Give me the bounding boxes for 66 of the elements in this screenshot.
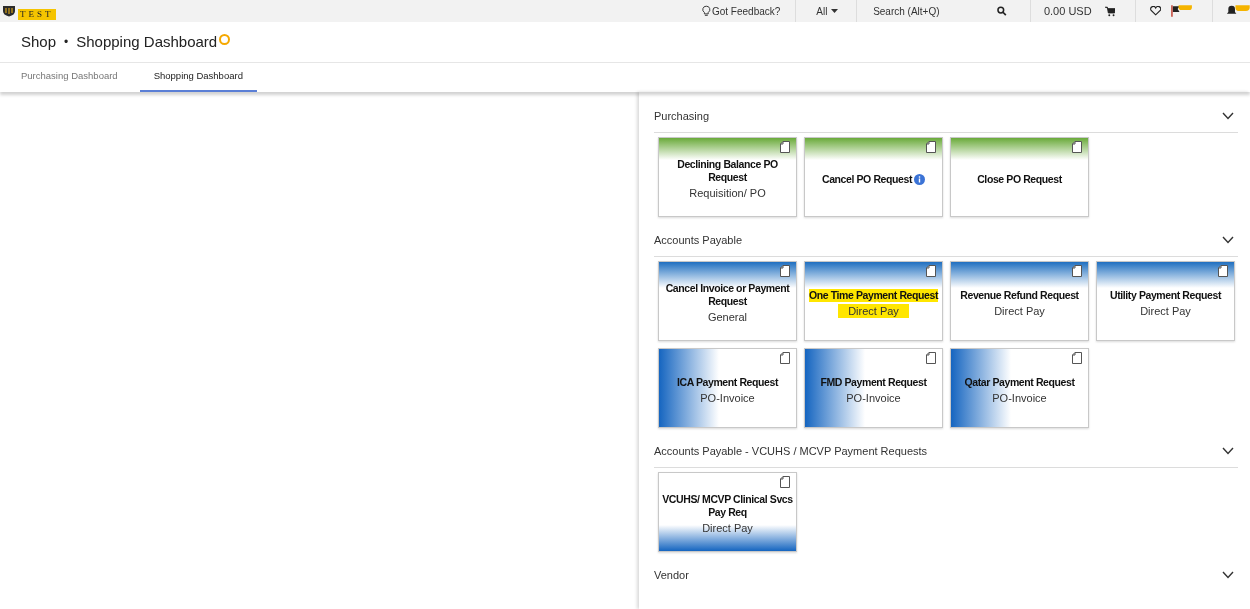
logo-text: TEST: [18, 8, 56, 20]
document-icon: [926, 265, 936, 277]
document-icon: [780, 352, 790, 364]
document-icon: [1072, 352, 1082, 364]
breadcrumb-separator: •: [64, 34, 69, 51]
tile-subtitle: PO-Invoice: [992, 390, 1047, 405]
tile-title: ICA Payment Request: [676, 375, 779, 389]
tile-title: Revenue Refund Request: [960, 288, 1079, 302]
search-icon[interactable]: [997, 6, 1007, 16]
tile-subtitle: Direct Pay: [838, 303, 909, 318]
chevron-icon[interactable]: [1222, 447, 1234, 455]
bell-icon[interactable]: [1225, 5, 1250, 17]
tile-title: Close PO Request: [977, 172, 1062, 186]
request-tile[interactable]: VCUHS/ MCVP Clinical Svcs Pay Req Direct Pay: [658, 472, 797, 552]
request-tile[interactable]: Revenue Refund Request Direct Pay: [950, 261, 1089, 341]
tile-subtitle: PO-Invoice: [700, 390, 755, 405]
chevron-icon[interactable]: [1222, 571, 1234, 579]
heart-icon[interactable]: [1150, 6, 1162, 16]
document-icon: [780, 476, 790, 488]
tile-subtitle: General: [707, 310, 748, 324]
request-tile[interactable]: ICA Payment Request PO-Invoice: [658, 348, 797, 428]
tile-subtitle: Direct Pay: [702, 521, 753, 535]
shield-logo-icon: [2, 5, 16, 17]
feedback-link[interactable]: Got Feedback?: [665, 3, 781, 19]
document-icon: [780, 265, 790, 277]
request-tile[interactable]: Utility Payment Request Direct Pay: [1096, 261, 1235, 341]
section-title: Vendor: [654, 567, 689, 583]
tile-title: Declining Balance PO Request: [676, 158, 779, 184]
tile-title: VCUHS/ MCVP Clinical Svcs Pay Req: [661, 493, 794, 519]
document-icon: [1072, 141, 1082, 153]
document-icon: [926, 141, 936, 153]
request-tile[interactable]: FMD Payment Request PO-Invoice: [804, 348, 943, 428]
tile-subtitle: Direct Pay: [994, 303, 1045, 318]
chevron-icon[interactable]: [1222, 112, 1234, 120]
section-title: Accounts Payable: [654, 232, 743, 248]
search-field[interactable]: Search (Alt+Q): [873, 3, 1001, 19]
scope-dropdown[interactable]: All: [796, 3, 857, 19]
breadcrumb-section[interactable]: Shop: [21, 30, 57, 54]
section-title: Accounts Payable - VCUHS / MCVP Payment Requests: [654, 443, 928, 459]
tile-title: Utility Payment Request: [1110, 288, 1221, 302]
section-title: Purchasing: [654, 108, 710, 124]
cart-total: 0.00 USD: [1043, 3, 1092, 19]
flag-icon[interactable]: [1171, 5, 1193, 17]
request-tile[interactable]: Cancel Invoice or Payment Request General: [658, 261, 797, 341]
request-tile[interactable]: Declining Balance PO Request Requisition/ PO: [658, 137, 797, 217]
chevron-icon[interactable]: [1222, 236, 1234, 244]
dashboard-tab[interactable]: Shopping Dashboard: [139, 63, 257, 92]
tile-title: Cancel Invoice or Payment Request: [664, 282, 791, 308]
request-tile[interactable]: Qatar Payment Request PO-Invoice: [950, 348, 1089, 428]
cart-icon[interactable]: [1104, 5, 1116, 17]
lightbulb-icon: [702, 5, 711, 17]
document-icon: [780, 141, 790, 153]
document-icon: [926, 352, 936, 364]
caret-icon: [831, 9, 839, 13]
request-tile[interactable]: Cancel PO Request: [804, 137, 943, 217]
dashboard-tab[interactable]: Purchasing Dashboard: [7, 63, 132, 92]
tile-subtitle: PO-Invoice: [846, 390, 901, 405]
page-title: Shopping Dashboard: [76, 31, 218, 52]
document-icon: [1072, 265, 1082, 277]
tile-subtitle: Direct Pay: [1140, 303, 1191, 318]
tile-title: FMD Payment Request: [820, 375, 927, 389]
tile-title: Qatar Payment Request: [964, 375, 1075, 389]
document-icon: [1218, 265, 1228, 277]
tile-subtitle: Requisition/ PO: [689, 186, 766, 200]
tile-title: Cancel PO Request: [821, 172, 913, 186]
request-tile[interactable]: Close PO Request: [950, 137, 1089, 217]
